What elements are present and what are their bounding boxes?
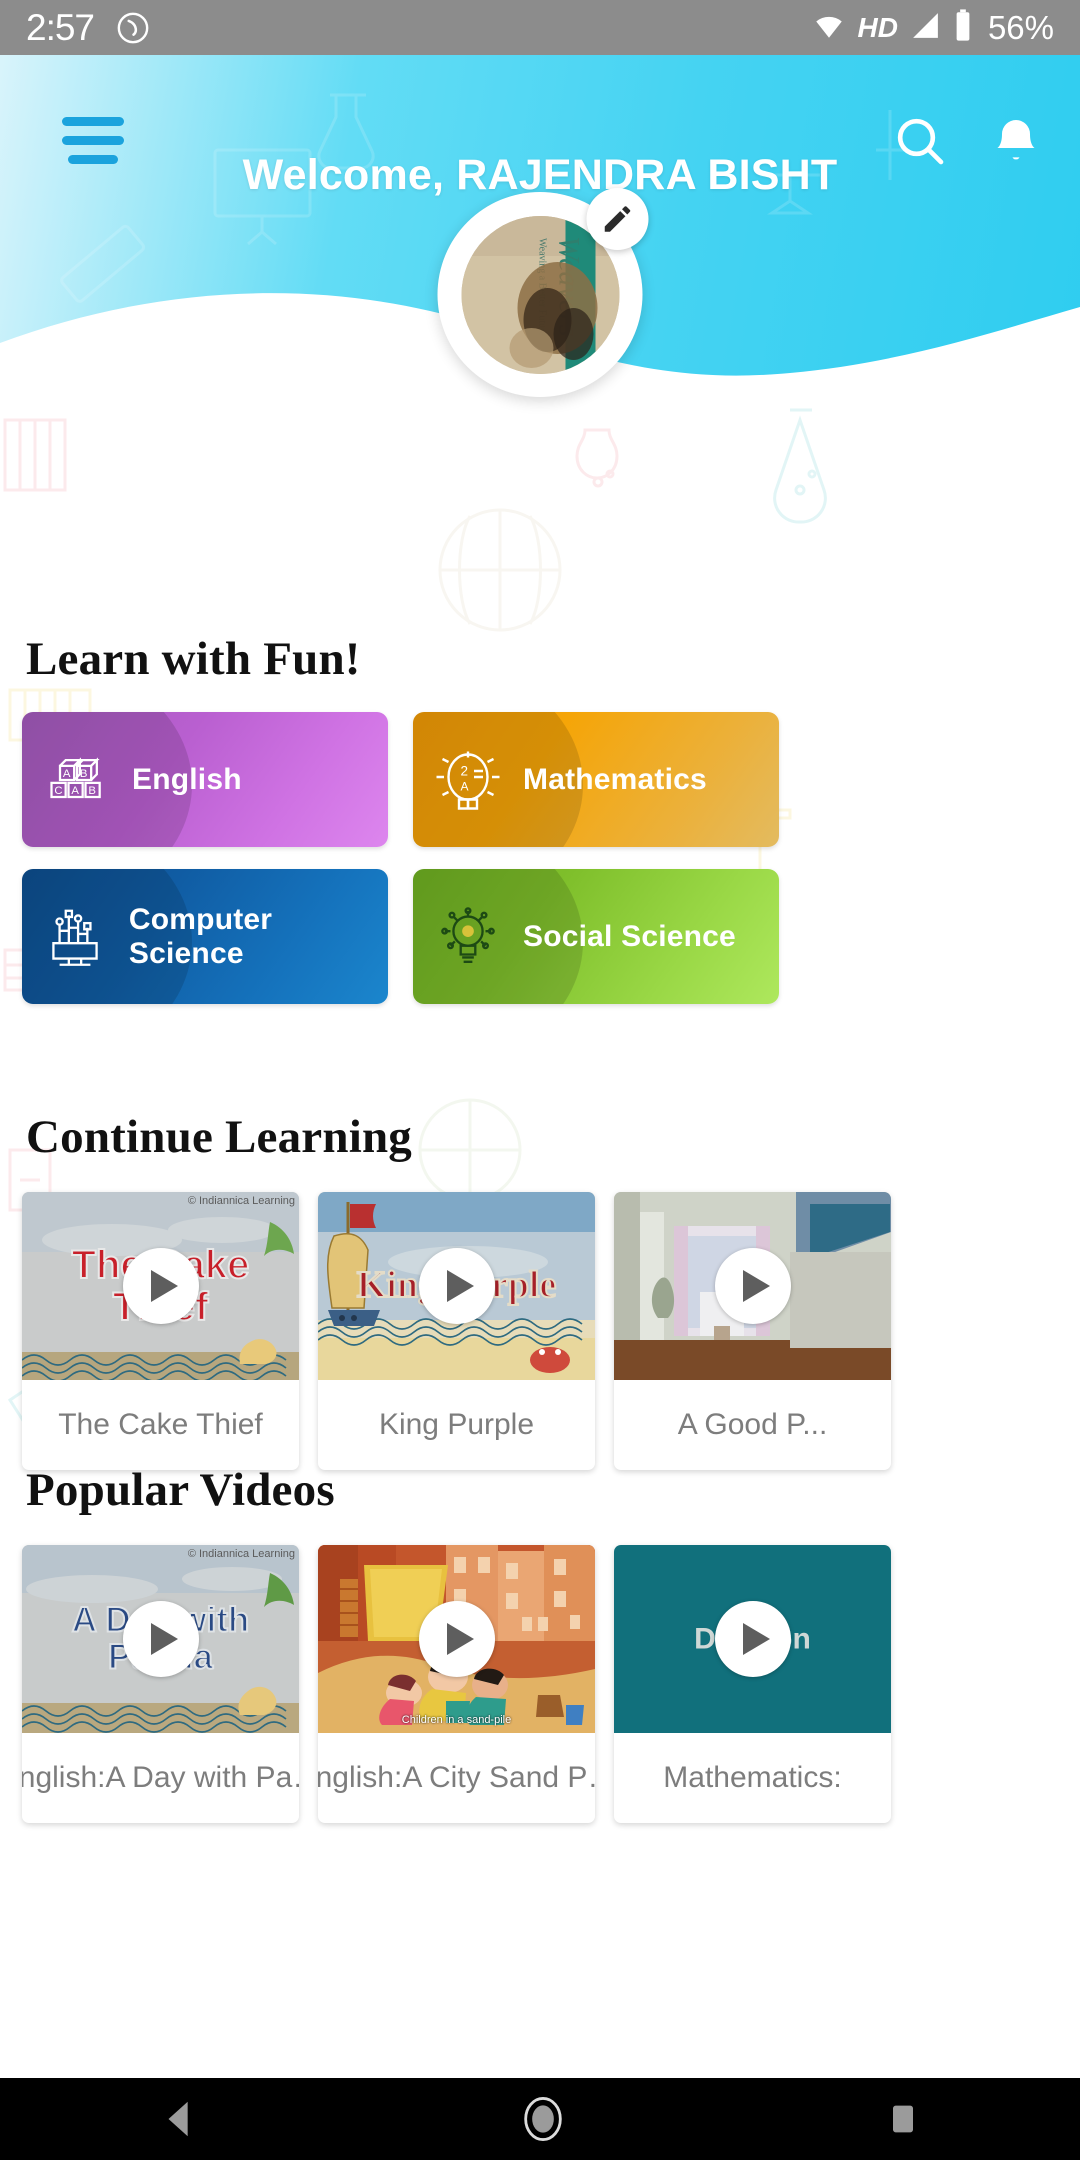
play-button[interactable] [418,1601,495,1677]
svg-text:A: A [71,785,79,797]
gear-math-icon: 2 A [413,744,523,816]
continue-learning-row[interactable]: © Indiannica Learning The Cake Thief The… [22,1192,1080,1470]
back-triangle-icon[interactable] [157,2096,203,2142]
recents-square-icon[interactable] [883,2099,923,2139]
video-card[interactable]: © Indiannica Learning A Day with Panda E… [22,1545,299,1823]
bulb-brain-icon [413,902,523,972]
video-thumbnail: © Indiannica Learning A Day with Panda [22,1545,299,1733]
menu-bar-2 [62,136,124,145]
video-card[interactable]: © Indiannica Learning The Cake Thief The… [22,1192,299,1470]
signal-icon [909,9,942,47]
video-thumbnail: Children in a sand-pile [318,1545,595,1733]
video-title: A Good P... [677,1408,828,1441]
video-thumbnail [614,1192,891,1380]
video-card[interactable]: A Good P... [614,1192,891,1470]
status-bar: 2:57 HD 56% [0,0,1080,55]
video-title: English:A City Sand P… [318,1761,595,1794]
video-thumbnail: Division [614,1545,891,1733]
section-title-continue: Continue Learning [26,1111,412,1163]
abc-blocks-icon: A B C A B [22,746,132,814]
home-circle-icon[interactable] [517,2093,569,2145]
menu-bar-3 [68,155,118,164]
subject-card-computer-science[interactable]: Computer Science [22,869,388,1004]
video-thumbnail: King Purple [318,1192,595,1380]
play-button[interactable] [122,1248,199,1324]
subject-label: Mathematics [523,762,707,796]
video-title: Mathematics: [663,1761,842,1794]
call-forwarding-icon [116,11,150,45]
video-title: King Purple [378,1408,535,1441]
video-card[interactable]: Children in a sand-pile English:A City S… [318,1545,595,1823]
video-card[interactable]: Division Mathematics: [614,1545,891,1823]
svg-text:2: 2 [461,763,469,778]
svg-text:B: B [80,768,88,780]
subject-label: English [132,762,242,796]
hamburger-menu-icon[interactable] [62,117,124,174]
menu-bar-1 [62,117,124,126]
video-thumbnail: © Indiannica Learning The Cake Thief [22,1192,299,1380]
hd-indicator: HD [857,11,898,43]
play-button[interactable] [122,1601,199,1677]
thumbnail-caption: Children in a sand-pile [401,1714,512,1726]
pencil-edit-icon [604,206,631,232]
wifi-icon [812,8,846,47]
bell-icon[interactable] [988,113,1044,169]
thumbnail-credit: © Indiannica Learning [187,1195,295,1207]
section-title-learn: Learn with Fun! [26,633,361,685]
video-title: English:A Day with Pa… [22,1761,299,1794]
svg-text:A: A [63,768,71,780]
svg-text:C: C [54,785,62,797]
play-button[interactable] [418,1248,495,1324]
battery-percent: 56% [987,8,1054,46]
subject-card-english[interactable]: A B C A B English [22,712,388,847]
subject-label: Social Science [523,919,736,953]
subject-card-mathematics[interactable]: 2 A Mathematics [413,712,779,847]
video-title: The Cake Thief [58,1408,263,1441]
edit-profile-button[interactable] [586,188,649,250]
android-nav-bar [0,2078,1080,2160]
search-icon[interactable] [892,113,948,169]
section-title-popular: Popular Videos [26,1464,335,1516]
play-button[interactable] [714,1248,791,1324]
subject-card-social-science[interactable]: Social Science [413,869,779,1004]
subject-card-grid: A B C A B English 2 A Mathematics Comput… [22,712,1060,1004]
battery-icon [953,8,973,47]
svg-text:B: B [88,785,96,797]
subject-label: Computer Science [128,902,273,970]
status-time: 2:57 [26,6,95,48]
computer-chip-icon [22,900,129,974]
thumbnail-credit: © Indiannica Learning [187,1548,295,1560]
svg-text:A: A [461,779,469,793]
profile-avatar[interactable]: Weavers Weaving a Better Future [437,188,649,397]
popular-videos-row[interactable]: © Indiannica Learning A Day with Panda E… [22,1545,1080,1823]
play-button[interactable] [714,1601,791,1677]
video-card[interactable]: King Purple King Purple [318,1192,595,1470]
